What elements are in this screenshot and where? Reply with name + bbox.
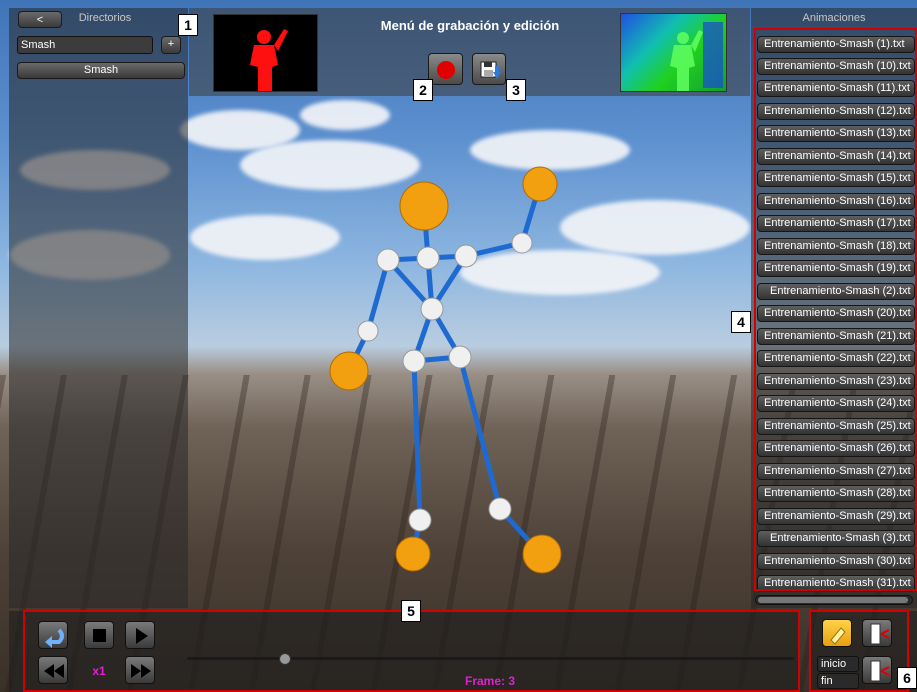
back-button[interactable]: <: [18, 11, 62, 28]
annotation-box-animations: [754, 28, 917, 591]
callout-5: 5: [401, 600, 421, 622]
depth-figure: [670, 22, 723, 91]
record-button[interactable]: [428, 53, 463, 85]
callout-6: 6: [897, 667, 917, 689]
directory-name-field[interactable]: Smash: [17, 36, 153, 54]
save-button[interactable]: [472, 53, 506, 85]
callout-4: 4: [731, 311, 751, 333]
directories-title: Directorios: [78, 12, 132, 24]
scrollbar-thumb[interactable]: [758, 597, 908, 603]
directories-panel: [9, 8, 188, 608]
save-icon: [480, 61, 501, 79]
animations-title: Animaciones: [802, 12, 866, 24]
directory-item[interactable]: Smash: [17, 62, 185, 79]
annotation-box-edit: [809, 610, 909, 692]
record-icon: [437, 61, 455, 79]
annotation-box-playback: [23, 610, 800, 692]
animations-scrollbar[interactable]: [755, 595, 913, 605]
callout-3: 3: [506, 79, 526, 101]
depth-camera-preview: [620, 13, 727, 92]
callout-2: 2: [413, 79, 433, 101]
header-title: Menú de grabación y edición: [380, 18, 560, 33]
add-directory-button[interactable]: +: [161, 36, 181, 54]
callout-1: 1: [178, 14, 198, 36]
